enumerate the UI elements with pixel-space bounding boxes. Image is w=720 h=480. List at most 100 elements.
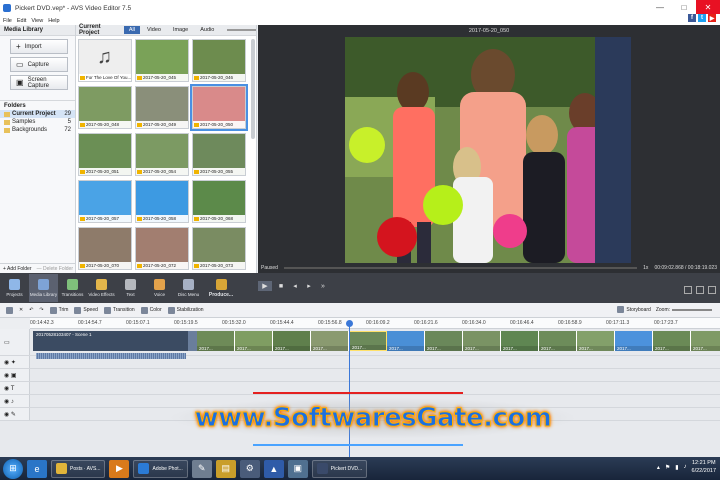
prev-frame-button[interactable]: ◂ bbox=[290, 281, 300, 291]
timeline-clip[interactable]: 2017... bbox=[387, 331, 425, 351]
media-thumbnail[interactable]: ♫ For The Love Of You... bbox=[78, 39, 132, 82]
clock[interactable]: 12:21 PM 6/22/2017 bbox=[692, 459, 716, 475]
explorer-icon[interactable]: ▤ bbox=[215, 459, 236, 478]
play-button[interactable]: ▶ bbox=[258, 281, 272, 291]
twitter-icon[interactable]: t bbox=[698, 14, 706, 22]
main-video-clip[interactable]: 20170528103407 - Scene 1 bbox=[33, 331, 188, 351]
color-button[interactable]: Color bbox=[140, 306, 162, 314]
grid-icon[interactable] bbox=[6, 306, 13, 314]
media-player-icon[interactable]: ▶ bbox=[109, 459, 130, 478]
tray-arrow-icon[interactable]: ▴ bbox=[657, 464, 660, 471]
produce-button[interactable]: Produce... bbox=[203, 274, 239, 302]
seek-bar[interactable] bbox=[283, 267, 638, 269]
redo-icon[interactable]: ↷ bbox=[39, 307, 43, 313]
timeline-clip[interactable]: 2017... bbox=[349, 331, 387, 351]
timeline-clip[interactable]: 2017... bbox=[197, 331, 235, 351]
ftp-icon[interactable]: ▲ bbox=[263, 459, 284, 478]
folder-backgrounds[interactable]: Backgrounds 72 bbox=[0, 126, 75, 134]
media-thumbnail[interactable]: 2017-05-20_054 bbox=[135, 133, 189, 176]
storyboard-button[interactable]: Storyboard bbox=[617, 306, 651, 313]
media-thumbnail[interactable]: 2017-05-20_072 bbox=[135, 227, 189, 270]
network-tray-icon[interactable]: ▮ bbox=[675, 464, 678, 471]
timeline-clip[interactable]: 2017... bbox=[235, 331, 273, 351]
start-button[interactable]: ⊞ bbox=[3, 458, 23, 479]
trim-button[interactable]: Trim bbox=[49, 306, 68, 314]
transitions-tool[interactable]: Transitions bbox=[58, 274, 87, 302]
timeline-clip[interactable]: 2017... bbox=[273, 331, 311, 351]
media-thumbnail[interactable]: 2017-05-20_073 bbox=[192, 227, 246, 270]
delete-icon[interactable]: ✕ bbox=[19, 307, 23, 313]
volume-icon[interactable] bbox=[708, 286, 716, 294]
video-effects-tool[interactable]: Video Effects bbox=[87, 274, 116, 302]
taskbar-app-photoshop[interactable]: Adobe Phot... bbox=[133, 459, 188, 478]
snapshot-icon[interactable] bbox=[684, 286, 692, 294]
skip-forward-button[interactable]: » bbox=[318, 281, 328, 291]
media-thumbnail[interactable]: 2017-05-20_070 bbox=[78, 227, 132, 270]
timeline-clip[interactable]: 2017... bbox=[653, 331, 691, 351]
media-thumbnail[interactable]: 2017-05-20_048 bbox=[78, 86, 132, 129]
timeline-clip[interactable]: 2017... bbox=[539, 331, 577, 351]
screen-capture-button[interactable]: ▣ Screen Capture bbox=[10, 75, 68, 90]
fullscreen-icon[interactable] bbox=[696, 286, 704, 294]
minimize-button[interactable]: — bbox=[648, 0, 672, 14]
next-frame-button[interactable]: ▸ bbox=[304, 281, 314, 291]
folder-current-project[interactable]: Current Project 29 bbox=[0, 110, 75, 118]
text-tool[interactable]: Text bbox=[116, 274, 145, 302]
media-library-tool[interactable]: Media Library bbox=[29, 274, 58, 302]
stop-button[interactable]: ■ bbox=[276, 281, 286, 291]
timeline-clip[interactable]: 2017... bbox=[501, 331, 539, 351]
timeline-clip[interactable]: 2017... bbox=[425, 331, 463, 351]
paint-icon[interactable]: ✎ bbox=[191, 459, 212, 478]
transition-button[interactable]: Transition bbox=[103, 306, 135, 314]
timeline-clip[interactable]: 2017... bbox=[691, 331, 720, 351]
thumbnail-size-slider[interactable] bbox=[227, 29, 256, 31]
media-thumbnail[interactable]: 2017-05-20_068 bbox=[192, 180, 246, 223]
timeline-clip[interactable]: 2017... bbox=[463, 331, 501, 351]
youtube-icon[interactable]: ▶ bbox=[708, 14, 716, 22]
projects-tool[interactable]: Projects bbox=[0, 274, 29, 302]
media-scrollbar[interactable] bbox=[251, 39, 255, 139]
menu-file[interactable]: File bbox=[3, 18, 12, 24]
flag-icon[interactable]: ⚑ bbox=[665, 464, 670, 471]
tab-image[interactable]: Image bbox=[168, 26, 193, 34]
menu-view[interactable]: View bbox=[31, 18, 43, 24]
stabilization-button[interactable]: Stabilization bbox=[167, 306, 204, 314]
undo-icon[interactable]: ↶ bbox=[29, 307, 33, 313]
tab-video[interactable]: Video bbox=[142, 26, 166, 34]
tab-audio[interactable]: Audio bbox=[195, 26, 219, 34]
close-button[interactable]: ✕ bbox=[696, 0, 720, 14]
delete-folder-button[interactable]: — Delete Folder bbox=[37, 266, 73, 272]
media-thumbnail[interactable]: 2017-05-20_058 bbox=[135, 180, 189, 223]
folder-samples[interactable]: Samples 5 bbox=[0, 118, 75, 126]
timeline-clip[interactable]: 2017... bbox=[311, 331, 349, 351]
media-thumbnail[interactable]: 2017-05-20_045 bbox=[135, 39, 189, 82]
timeline-clip[interactable]: 2017... bbox=[615, 331, 653, 351]
tab-all[interactable]: All bbox=[123, 26, 140, 34]
taskbar-app-avs-video-editor[interactable]: Pickert DVD... bbox=[311, 459, 368, 478]
menu-help[interactable]: Help bbox=[48, 18, 59, 24]
voice-tool[interactable]: Voice bbox=[145, 274, 174, 302]
media-thumbnail[interactable]: 2017-05-20_057 bbox=[78, 180, 132, 223]
media-thumbnail[interactable]: 2017-05-20_055 bbox=[192, 133, 246, 176]
playback-speed[interactable]: 1x bbox=[643, 265, 648, 271]
timeline-ruler[interactable]: 00:14:42.3 00:14:54.7 00:15:07.1 00:15:19.5… bbox=[30, 318, 720, 329]
facebook-icon[interactable]: f bbox=[688, 14, 696, 22]
network-icon[interactable]: ⚙ bbox=[239, 459, 260, 478]
timeline-clip[interactable]: 2017... bbox=[577, 331, 615, 351]
internet-explorer-icon[interactable]: e bbox=[27, 459, 47, 478]
import-button[interactable]: + Import bbox=[10, 39, 68, 54]
menu-edit[interactable]: Edit bbox=[17, 18, 26, 24]
notes-icon[interactable]: ▣ bbox=[287, 459, 308, 478]
media-thumbnail[interactable]: 2017-05-20_051 bbox=[78, 133, 132, 176]
zoom-control[interactable]: Zoom: bbox=[656, 307, 712, 313]
disc-menu-tool[interactable]: Disc Menu bbox=[174, 274, 203, 302]
capture-button[interactable]: ▭ Capture bbox=[10, 57, 68, 72]
add-folder-button[interactable]: + Add Folder bbox=[3, 266, 32, 272]
taskbar-app-chrome[interactable]: Posts · AVS... bbox=[51, 459, 106, 478]
media-thumbnail[interactable]: 2017-05-20_049 bbox=[135, 86, 189, 129]
media-thumbnail[interactable]: 2017-05-20_046 bbox=[192, 39, 246, 82]
speaker-icon[interactable]: ♪ bbox=[684, 464, 687, 470]
speed-button[interactable]: Speed bbox=[74, 306, 98, 314]
maximize-button[interactable]: □ bbox=[672, 0, 696, 14]
media-thumbnail[interactable]: 2017-05-20_050 bbox=[190, 84, 248, 131]
